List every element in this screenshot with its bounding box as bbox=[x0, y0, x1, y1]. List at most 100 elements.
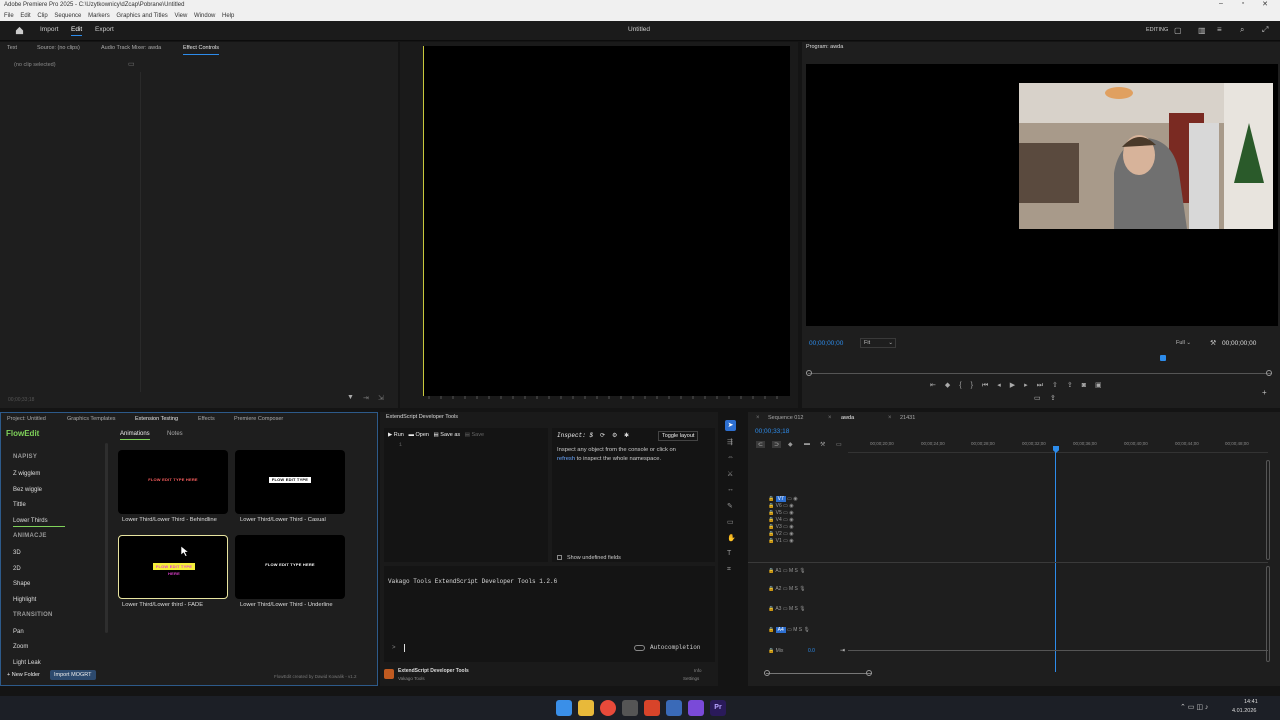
file-explorer-icon[interactable] bbox=[578, 700, 594, 716]
template-thumb[interactable]: FLOW EDIT TYPE HERE bbox=[235, 535, 345, 599]
template-thumb-selected[interactable]: FLOW EDIT TYPE HERE bbox=[118, 535, 228, 599]
track-v3[interactable]: 🔒 V3 ▭ ◉ bbox=[768, 524, 798, 531]
open-icon[interactable]: ▬ bbox=[408, 432, 414, 438]
menu-help[interactable]: Help bbox=[222, 13, 234, 19]
type-tool-icon[interactable]: T bbox=[727, 550, 731, 557]
track-v4[interactable]: 🔒 V4 ▭ ◉ bbox=[768, 517, 798, 524]
app-icon[interactable] bbox=[622, 700, 638, 716]
run-button[interactable]: Run bbox=[394, 432, 404, 438]
chrome-icon[interactable] bbox=[600, 700, 616, 716]
category-item[interactable]: Pan bbox=[13, 629, 24, 635]
save-button[interactable]: Save bbox=[471, 432, 484, 438]
tab-audio-mixer[interactable]: Audio Track Mixer: awda bbox=[101, 42, 161, 54]
hand-icon[interactable]: ✋ bbox=[727, 534, 736, 542]
compare-icon[interactable]: ▣ bbox=[1095, 382, 1111, 389]
selection-tool-icon[interactable]: ➤ bbox=[725, 420, 736, 431]
program-scrubber[interactable] bbox=[808, 373, 1272, 374]
tab-extendscript[interactable]: ExtendScript Developer Tools bbox=[386, 414, 458, 420]
close-tab-icon[interactable]: × bbox=[756, 415, 760, 421]
quality-dropdown[interactable]: Full ⌄ bbox=[1176, 338, 1202, 348]
horizontal-zoom-bar[interactable] bbox=[766, 673, 872, 677]
lift-icon[interactable]: ⇧ bbox=[1052, 382, 1067, 389]
step-forward-icon[interactable]: ▸ bbox=[1024, 382, 1037, 389]
menu-icon[interactable]: ≡ bbox=[1217, 25, 1222, 34]
close-button[interactable]: ✕ bbox=[1256, 0, 1274, 11]
start-icon[interactable] bbox=[556, 700, 572, 716]
timeline-toggle-icon[interactable]: ▭ bbox=[128, 60, 135, 68]
menu-graphics[interactable]: Graphics and Titles bbox=[116, 13, 167, 19]
category-item[interactable]: 2D bbox=[13, 566, 21, 572]
audio-track-a1[interactable]: 🔒 A1 ▭ M S 🎙 bbox=[768, 568, 806, 574]
tab-effects[interactable]: Effects bbox=[198, 413, 215, 425]
track-v5[interactable]: 🔒 V5 ▭ ◉ bbox=[768, 510, 798, 517]
menu-clip[interactable]: Clip bbox=[37, 13, 47, 19]
audio-track-a2[interactable]: 🔒 A2 ▭ M S 🎙 bbox=[768, 586, 806, 592]
workspace-label[interactable]: EDITING bbox=[1146, 27, 1168, 33]
track-v7[interactable]: 🔒 V7 ▭ ◉ bbox=[768, 496, 798, 503]
category-item[interactable]: 3D bbox=[13, 550, 21, 556]
track-label[interactable]: V5 bbox=[776, 510, 782, 516]
mix-end-icon[interactable]: ⇥ bbox=[840, 647, 845, 654]
category-item-selected[interactable]: Lower Thirds bbox=[13, 518, 65, 527]
clock-time[interactable]: 14:41 bbox=[1244, 699, 1258, 705]
step-back-icon[interactable]: ◂ bbox=[997, 382, 1010, 389]
timeline-display-icon[interactable]: ▬ bbox=[804, 441, 810, 447]
timeline-timecode[interactable]: 00;00;33;18 bbox=[755, 428, 789, 435]
settings-icon[interactable]: ⇲ bbox=[378, 394, 384, 402]
app-icon[interactable] bbox=[666, 700, 682, 716]
tab-import[interactable]: Import bbox=[40, 26, 58, 33]
track-v6[interactable]: 🔒 V6 ▭ ◉ bbox=[768, 503, 798, 510]
ripple-edit-icon[interactable]: ⇔ bbox=[727, 454, 734, 461]
track-v2[interactable]: 🔒 V2 ▭ ◉ bbox=[768, 531, 798, 538]
category-item[interactable]: Light Leak bbox=[13, 660, 41, 666]
export-frame-icon[interactable]: ⇥ bbox=[363, 394, 369, 402]
vr-icon[interactable]: ▭ bbox=[1034, 394, 1041, 402]
category-item[interactable]: Highlight bbox=[13, 597, 36, 603]
panel-icon[interactable]: ▥ bbox=[1198, 26, 1206, 35]
track-label[interactable]: A3 bbox=[775, 606, 781, 612]
add-marker-icon[interactable]: ◆ bbox=[788, 441, 793, 448]
tab-edit[interactable]: Edit bbox=[71, 26, 83, 36]
home-icon[interactable] bbox=[15, 26, 24, 35]
category-item[interactable]: Tittle bbox=[13, 502, 26, 508]
track-label[interactable]: V2 bbox=[776, 531, 782, 537]
track-v1[interactable]: 🔒 V1 ▭ ◉ bbox=[768, 538, 798, 545]
wrench-icon[interactable]: ⚒ bbox=[820, 441, 825, 448]
tray-icons[interactable]: ⌃ ▭ ◫ ♪ bbox=[1180, 703, 1208, 711]
track-select-icon[interactable]: ⇶ bbox=[727, 438, 733, 446]
premiere-pro-icon[interactable]: Pr bbox=[710, 700, 726, 716]
track-label[interactable]: V7 bbox=[775, 496, 786, 502]
template-thumb[interactable]: FLOW EDIT TYPE HERE bbox=[118, 450, 228, 514]
code-editor[interactable]: ▶ Run ▬ Open ▤ Save as ▤ Save 1 bbox=[384, 428, 548, 562]
razor-icon[interactable]: ⚔ bbox=[727, 470, 733, 478]
template-thumb[interactable]: FLOW EDIT TYPE HERE bbox=[235, 450, 345, 514]
search-icon[interactable]: ⌕ bbox=[1240, 25, 1244, 35]
tab-export[interactable]: Export bbox=[95, 26, 114, 33]
add-marker-icon[interactable]: ◆ bbox=[945, 382, 959, 389]
category-item[interactable]: Zoom bbox=[13, 644, 28, 650]
snap-icon[interactable]: ⊂ bbox=[756, 441, 766, 448]
tab-graphics-templates[interactable]: Graphics Templates bbox=[67, 413, 116, 425]
visual-studio-icon[interactable] bbox=[688, 700, 704, 716]
save-as-icon[interactable]: ▤ bbox=[434, 432, 439, 438]
save-icon[interactable]: ▤ bbox=[465, 432, 470, 438]
save-as-button[interactable]: Save as bbox=[440, 432, 460, 438]
program-timecode[interactable]: 00;00;00;00 bbox=[809, 340, 843, 347]
footer-info-link[interactable]: Info bbox=[694, 668, 702, 673]
rectangle-icon[interactable]: ▭ bbox=[727, 518, 734, 526]
tab-text[interactable]: Text bbox=[7, 42, 17, 54]
scrub-end-handle[interactable] bbox=[1266, 370, 1272, 376]
go-to-in-icon[interactable]: ⏮ bbox=[982, 382, 997, 389]
import-mogrt-button[interactable]: Import MOGRT bbox=[50, 670, 96, 680]
clock-date[interactable]: 4.01.2026 bbox=[1232, 708, 1256, 714]
track-label[interactable]: A2 bbox=[775, 586, 781, 592]
tab-project[interactable]: Project: Untitled bbox=[7, 413, 46, 425]
refresh-link[interactable]: refresh bbox=[557, 456, 575, 462]
scrub-start-handle[interactable] bbox=[806, 370, 812, 376]
mark-in-bracket-icon[interactable]: { bbox=[959, 382, 970, 389]
show-undefined-checkbox[interactable] bbox=[557, 555, 562, 560]
track-label[interactable]: V3 bbox=[776, 524, 782, 530]
wrench-icon[interactable]: ⚒ bbox=[1210, 339, 1216, 347]
menu-markers[interactable]: Markers bbox=[88, 13, 110, 19]
video-frame[interactable] bbox=[423, 46, 790, 396]
